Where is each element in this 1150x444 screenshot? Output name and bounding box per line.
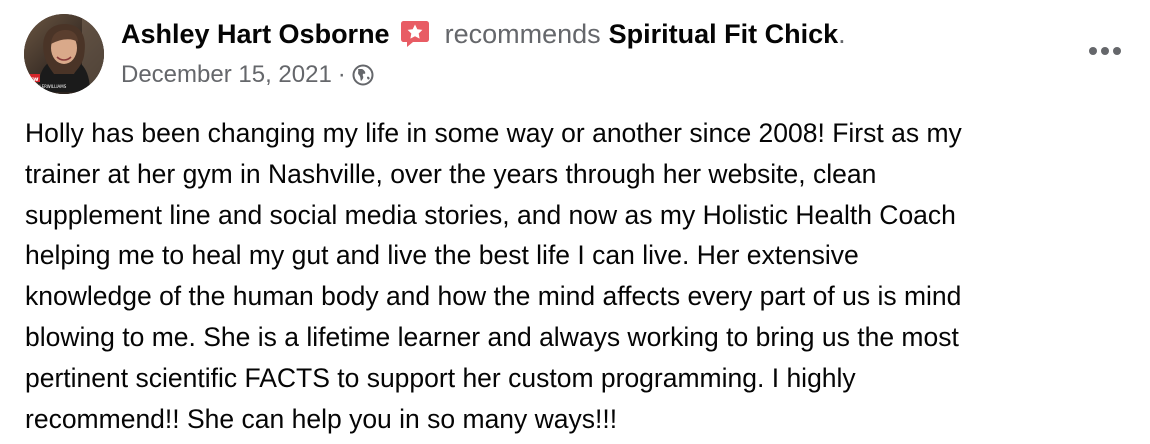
profile-photo: kw KELLERWILLIAMS (24, 14, 104, 94)
page-name-link[interactable]: Spiritual Fit Chick (609, 19, 839, 50)
more-options-button[interactable] (1084, 36, 1126, 66)
globe-icon[interactable] (352, 64, 374, 86)
more-options-icon (1089, 47, 1121, 55)
svg-text:KELLERWILLIAMS: KELLERWILLIAMS (32, 84, 67, 89)
recommend-star-icon (399, 18, 431, 50)
recommendation-post: kw KELLERWILLIAMS Ashley Hart Osborne re… (0, 0, 1150, 444)
meta-separator: · (337, 61, 346, 88)
post-header: Ashley Hart Osborne recommends Spiritual… (121, 14, 846, 54)
recommends-label: recommends (444, 18, 601, 49)
author-name-link[interactable]: Ashley Hart Osborne (121, 19, 390, 50)
avatar[interactable]: kw KELLERWILLIAMS (24, 14, 104, 94)
trailing-period: . (838, 18, 846, 49)
post-meta: December 15, 2021 · (121, 58, 374, 92)
svg-text:kw: kw (29, 76, 39, 83)
post-date-link[interactable]: December 15, 2021 (121, 61, 332, 89)
post-body-text: Holly has been changing my life in some … (25, 118, 962, 434)
